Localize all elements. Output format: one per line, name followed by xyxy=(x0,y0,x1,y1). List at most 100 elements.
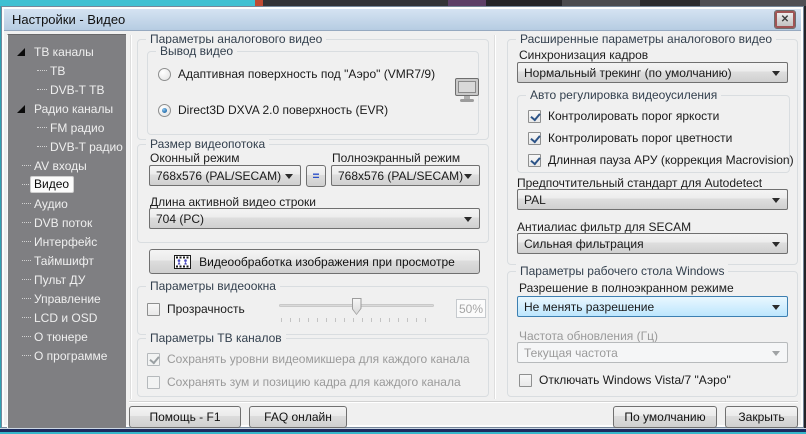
frame-sync-value: Нормальный трекинг (по умолчанию) xyxy=(524,66,732,80)
transparency-checkbox[interactable]: Прозрачность xyxy=(147,302,245,316)
equal-sizes-button[interactable]: = xyxy=(306,165,326,187)
transparency-slider[interactable] xyxy=(279,298,434,323)
chevron-down-icon xyxy=(772,198,780,203)
sidebar-item-label: DVB поток xyxy=(34,216,92,230)
chevron-down-icon xyxy=(772,351,780,356)
footer-separator xyxy=(129,401,798,403)
monitor-icon xyxy=(452,77,482,105)
advanced-analog-group-label: Расширенные параметры аналогового видео xyxy=(516,32,776,46)
sidebar-item-timeshift[interactable]: Таймшифт xyxy=(8,251,126,270)
settings-tree: ТВ каналы ТВ DVB-T ТВ Радио каналы FM ра… xyxy=(7,34,126,428)
agc-pause-label: Длинная пауза АРУ (коррекция Macrovision… xyxy=(548,153,794,167)
sidebar-item-video[interactable]: Видео xyxy=(8,175,126,194)
fullscreen-mode-value: 768x576 (PAL/SECAM) xyxy=(338,169,463,183)
brightness-threshold-label: Контролировать порог яркости xyxy=(548,109,719,123)
transparency-value-field: 50% xyxy=(456,299,486,318)
checkbox-checked-icon[interactable] xyxy=(528,110,541,123)
help-button[interactable]: Помощь - F1 xyxy=(129,406,241,428)
sidebar-item-label: LCD и OSD xyxy=(34,311,97,325)
sidebar-item-tv[interactable]: ТВ xyxy=(8,61,126,80)
brightness-threshold-checkbox[interactable]: Контролировать порог яркости xyxy=(528,109,719,123)
windowed-mode-select[interactable]: 768x576 (PAL/SECAM) xyxy=(149,165,301,186)
fullscreen-resolution-select[interactable]: Не менять разрешение xyxy=(517,296,788,317)
close-button[interactable]: Закрыть xyxy=(725,406,798,428)
frame-sync-select[interactable]: Нормальный трекинг (по умолчанию) xyxy=(517,62,788,83)
checkbox-checked-icon[interactable] xyxy=(528,154,541,167)
sidebar-item-label: Таймшифт xyxy=(34,254,94,268)
column-separator xyxy=(494,35,496,399)
sidebar-item-fm-radio[interactable]: FM радио xyxy=(8,118,126,137)
sidebar-item-label: ТВ каналы xyxy=(34,45,94,59)
preferred-standard-label: Предпочтительный стандарт для Autodetect xyxy=(517,176,762,190)
desktop-params-group-label: Параметры рабочего стола Windows xyxy=(516,264,728,278)
tree-expander-icon[interactable] xyxy=(17,48,25,56)
sidebar-item-remote-control[interactable]: Пульт ДУ xyxy=(8,270,126,289)
active-line-select[interactable]: 704 (PC) xyxy=(149,208,480,229)
titlebar: Настройки - Видео ✕ xyxy=(4,9,801,31)
sidebar-item-audio[interactable]: Аудио xyxy=(8,194,126,213)
sidebar-item-label: FM радио xyxy=(50,121,104,135)
radio-vmr-aero-label: Адаптивная поверхность под "Аэро" (VMR7/… xyxy=(178,67,435,81)
sidebar-item-about-tuner[interactable]: О тюнере xyxy=(8,327,126,346)
windowed-mode-label: Оконный режим xyxy=(150,151,240,165)
sidebar-item-management[interactable]: Управление xyxy=(8,289,126,308)
antialias-select[interactable]: Сильная фильтрация xyxy=(517,233,788,254)
faq-online-button[interactable]: FAQ онлайн xyxy=(249,406,347,428)
radio-icon[interactable] xyxy=(158,68,171,81)
tree-expander-icon[interactable] xyxy=(17,105,25,113)
video-processing-button-label: Видеообработка изображения при просмотре xyxy=(199,255,455,269)
sidebar-item-lcd-osd[interactable]: LCD и OSD xyxy=(8,308,126,327)
sidebar-item-tv-channels[interactable]: ТВ каналы xyxy=(8,42,126,61)
sidebar-item-label: Интерфейс xyxy=(34,235,97,249)
save-mixer-checkbox[interactable]: Сохранять уровни видеомикшера для каждог… xyxy=(147,352,470,366)
sidebar-item-about-program[interactable]: О программе xyxy=(8,346,126,365)
checkbox-icon[interactable] xyxy=(147,303,160,316)
save-zoom-label: Сохранять зум и позицию кадра для каждог… xyxy=(167,375,461,389)
sidebar-item-dvbt-tv[interactable]: DVB-T ТВ xyxy=(8,80,126,99)
sidebar-item-interface[interactable]: Интерфейс xyxy=(8,232,126,251)
sidebar-item-label: Управление xyxy=(34,292,101,306)
radio-selected-icon[interactable] xyxy=(158,104,171,117)
sidebar-item-label: ТВ xyxy=(50,64,65,78)
window-title: Настройки - Видео xyxy=(12,12,125,27)
radio-evr[interactable]: Direct3D DXVA 2.0 поверхность (EVR) xyxy=(158,103,388,117)
video-window-group-label: Параметры видеоокна xyxy=(146,279,280,293)
settings-dialog: Настройки - Видео ✕ ТВ каналы ТВ DVB-T Т… xyxy=(1,6,804,428)
fullscreen-mode-label: Полноэкранный режим xyxy=(332,151,460,165)
agc-pause-checkbox[interactable]: Длинная пауза АРУ (коррекция Macrovision… xyxy=(528,153,794,167)
defaults-button[interactable]: По умолчанию xyxy=(613,406,717,428)
sidebar-item-label: DVB-T ТВ xyxy=(50,83,104,97)
checkbox-disabled-icon xyxy=(147,376,160,389)
preferred-standard-select[interactable]: PAL xyxy=(517,189,788,210)
save-mixer-label: Сохранять уровни видеомикшера для каждог… xyxy=(167,352,470,366)
sidebar-item-dvb-stream[interactable]: DVB поток xyxy=(8,213,126,232)
radio-evr-label: Direct3D DXVA 2.0 поверхность (EVR) xyxy=(178,103,388,117)
disable-aero-label: Отключать Windows Vista/7 "Аэро" xyxy=(539,373,731,387)
video-processing-button[interactable]: Видеообработка изображения при просмотре xyxy=(149,249,480,274)
sidebar-item-label: DVB-T радио xyxy=(50,140,123,154)
sidebar-item-av-inputs[interactable]: AV входы xyxy=(8,156,126,175)
column-separator xyxy=(130,35,132,399)
chroma-threshold-label: Контролировать порог цветности xyxy=(548,131,732,145)
chroma-threshold-checkbox[interactable]: Контролировать порог цветности xyxy=(528,131,732,145)
sidebar-item-dvbt-radio[interactable]: DVB-T радио xyxy=(8,137,126,156)
refresh-rate-value: Текущая частота xyxy=(524,346,618,360)
transparency-label: Прозрачность xyxy=(167,302,245,316)
sidebar-item-radio-channels[interactable]: Радио каналы xyxy=(8,99,126,118)
checkbox-checked-icon[interactable] xyxy=(528,132,541,145)
fullscreen-resolution-label: Разрешение в полноэкранном режиме xyxy=(519,281,734,295)
background-window-bottom-edge xyxy=(0,428,806,434)
checkbox-icon[interactable] xyxy=(519,374,532,387)
fullscreen-mode-select[interactable]: 768x576 (PAL/SECAM) xyxy=(331,165,480,186)
chevron-down-icon xyxy=(285,174,293,179)
disable-aero-checkbox[interactable]: Отключать Windows Vista/7 "Аэро" xyxy=(519,373,731,387)
radio-vmr-aero[interactable]: Адаптивная поверхность под "Аэро" (VMR7/… xyxy=(158,67,435,81)
sidebar-item-label-selected: Видео xyxy=(30,176,74,193)
chevron-down-icon xyxy=(464,217,472,222)
save-zoom-checkbox[interactable]: Сохранять зум и позицию кадра для каждог… xyxy=(147,375,461,389)
frame-sync-label: Синхронизация кадров xyxy=(519,48,648,62)
agc-group-label: Авто регулировка видеоусиления xyxy=(526,88,721,102)
close-icon[interactable]: ✕ xyxy=(775,11,795,28)
windowed-mode-value: 768x576 (PAL/SECAM) xyxy=(156,169,281,183)
slider-thumb[interactable] xyxy=(352,298,362,315)
